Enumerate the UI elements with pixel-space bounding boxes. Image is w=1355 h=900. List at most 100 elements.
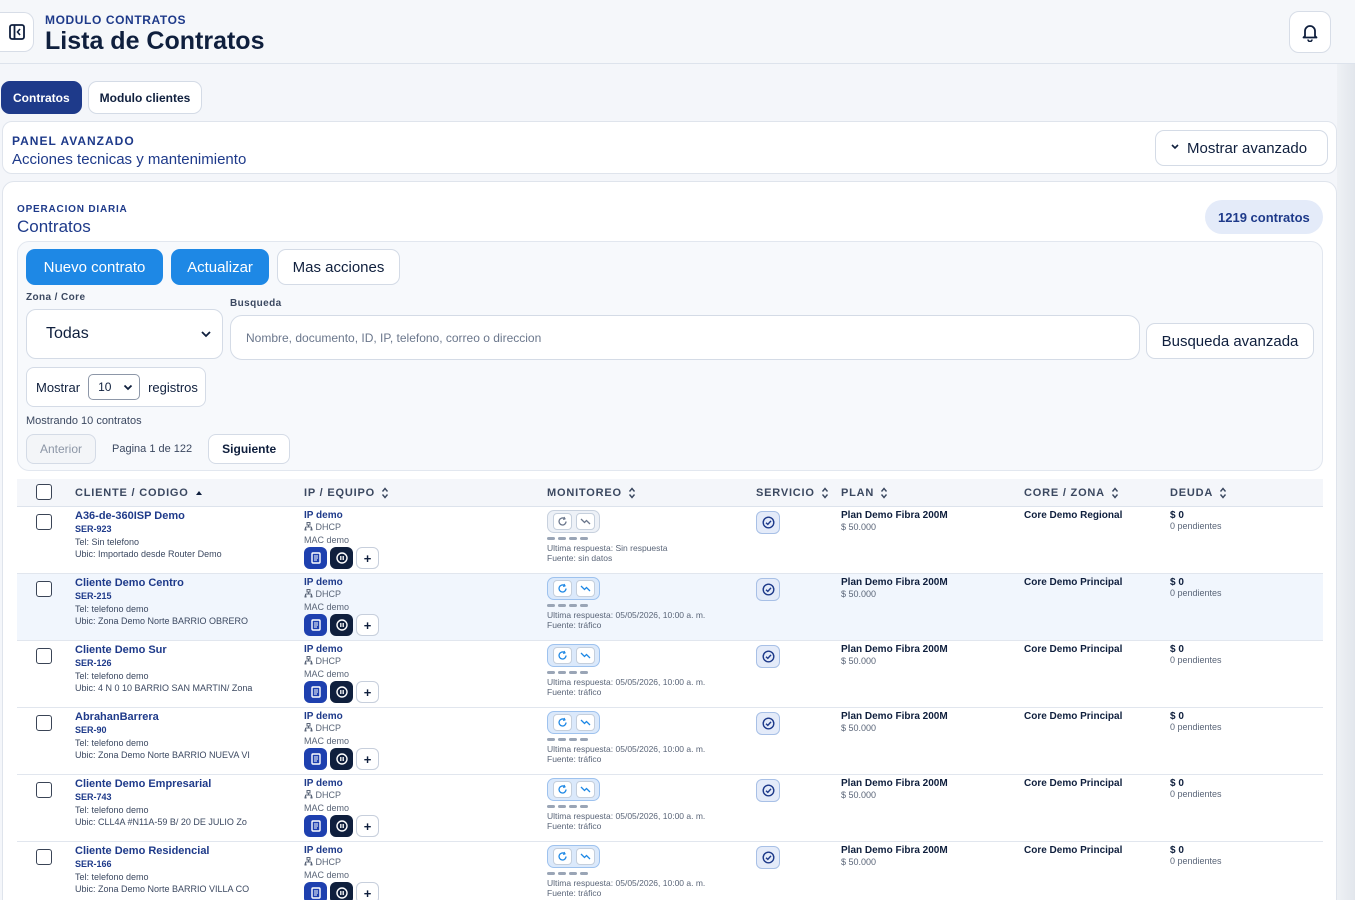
service-status-button[interactable] (756, 645, 780, 668)
ping-button[interactable] (552, 513, 572, 530)
document-icon (310, 619, 321, 631)
dhcp-label: DHCP (304, 522, 341, 532)
invoice-button[interactable] (304, 748, 327, 770)
column-header-core[interactable]: CORE / ZONA (1024, 487, 1119, 499)
traffic-button[interactable] (575, 513, 595, 530)
service-status-button[interactable] (756, 779, 780, 802)
column-header-service[interactable]: SERVICIO (756, 487, 829, 499)
pause-service-button[interactable] (330, 614, 353, 636)
page-size-select[interactable]: 10 (88, 374, 141, 400)
more-row-actions-button[interactable]: + (356, 882, 379, 900)
service-status-button[interactable] (756, 578, 780, 601)
traffic-button[interactable] (575, 848, 595, 865)
client-location: Ubic: Zona Demo Norte BARRIO NUEVA VI (75, 750, 250, 760)
column-header-ip[interactable]: IP / EQUIPO (304, 487, 389, 499)
signal-bars (547, 805, 588, 808)
client-phone: Tel: telefono demo (75, 604, 149, 614)
document-icon (310, 753, 321, 765)
row-checkbox[interactable] (36, 849, 52, 865)
row-checkbox[interactable] (36, 782, 52, 798)
row-checkbox[interactable] (36, 648, 52, 664)
next-page-button[interactable]: Siguiente (208, 434, 291, 464)
pause-service-button[interactable] (330, 748, 353, 770)
table-row[interactable]: AbrahanBarrera SER-90 Tel: telefono demo… (17, 708, 1323, 775)
more-row-actions-button[interactable]: + (356, 815, 379, 837)
pagination: Anterior Pagina 1 de 122 Siguiente (26, 434, 291, 464)
more-row-actions-button[interactable]: + (356, 748, 379, 770)
search-label: Busqueda (230, 298, 282, 309)
client-name[interactable]: Cliente Demo Residencial (75, 845, 210, 857)
table-row[interactable]: Cliente Demo Residencial SER-166 Tel: te… (17, 842, 1323, 900)
table-row[interactable]: A36-de-360ISP Demo SER-923 Tel: Sin tele… (17, 507, 1323, 574)
row-checkbox[interactable] (36, 514, 52, 530)
ping-button[interactable] (552, 848, 572, 865)
column-header-plan[interactable]: PLAN (841, 487, 888, 499)
column-header-debt[interactable]: DEUDA (1170, 487, 1227, 499)
table-row[interactable]: Cliente Demo Empresarial SER-743 Tel: te… (17, 775, 1323, 842)
plan-price: $ 50.000 (841, 589, 877, 599)
ping-button[interactable] (552, 647, 572, 664)
tab-modulo-clientes[interactable]: Modulo clientes (87, 81, 203, 114)
traffic-button[interactable] (575, 781, 595, 798)
monitor-controls (547, 778, 600, 801)
client-name[interactable]: Cliente Demo Empresarial (75, 778, 211, 790)
core-zone: Core Demo Principal (1024, 711, 1123, 722)
invoice-button[interactable] (304, 815, 327, 837)
ping-button[interactable] (552, 714, 572, 731)
client-phone: Tel: telefono demo (75, 872, 149, 882)
pause-service-button[interactable] (330, 815, 353, 837)
invoice-button[interactable] (304, 882, 327, 900)
pause-service-button[interactable] (330, 882, 353, 900)
dhcp-label: DHCP (304, 656, 341, 666)
advanced-panel-subtitle: Acciones tecnicas y mantenimiento (12, 151, 247, 168)
service-status-button[interactable] (756, 511, 780, 534)
row-checkbox[interactable] (36, 715, 52, 731)
more-row-actions-button[interactable]: + (356, 681, 379, 703)
pause-service-button[interactable] (330, 681, 353, 703)
refresh-button[interactable]: Actualizar (171, 249, 269, 285)
contracts-card: OPERACION DIARIA Contratos 1219 contrato… (2, 181, 1337, 900)
invoice-button[interactable] (304, 614, 327, 636)
pause-service-button[interactable] (330, 547, 353, 569)
more-actions-button[interactable]: Mas acciones (277, 249, 400, 285)
debt-amount: $ 0 (1170, 711, 1184, 722)
sidebar-toggle-button[interactable] (0, 12, 34, 52)
advanced-search-button[interactable]: Busqueda avanzada (1146, 323, 1314, 359)
client-name[interactable]: Cliente Demo Centro (75, 577, 184, 589)
monitor-source: Fuente: sin datos (547, 553, 613, 563)
table-row[interactable]: Cliente Demo Centro SER-215 Tel: telefon… (17, 574, 1323, 641)
show-advanced-button[interactable]: Mostrar avanzado (1155, 130, 1328, 166)
ping-button[interactable] (552, 781, 572, 798)
invoice-button[interactable] (304, 547, 327, 569)
traffic-button[interactable] (575, 647, 595, 664)
core-zone: Core Demo Principal (1024, 778, 1123, 789)
zone-select[interactable]: Todas (26, 309, 223, 359)
select-all-checkbox[interactable] (36, 484, 52, 500)
monitor-controls (547, 577, 600, 600)
network-icon (304, 723, 313, 732)
client-location: Ubic: Zona Demo Norte BARRIO OBRERO (75, 616, 249, 626)
new-contract-button[interactable]: Nuevo contrato (26, 249, 163, 285)
column-header-client[interactable]: CLIENTE / CODIGO (75, 487, 203, 499)
traffic-button[interactable] (575, 580, 595, 597)
more-row-actions-button[interactable]: + (356, 614, 379, 636)
notifications-button[interactable] (1289, 11, 1331, 53)
last-response: Ultima respuesta: Sin respuesta (547, 543, 668, 553)
column-header-debt-label: DEUDA (1170, 487, 1214, 499)
prev-page-button[interactable]: Anterior (26, 434, 97, 464)
client-name[interactable]: AbrahanBarrera (75, 711, 159, 723)
client-name[interactable]: A36-de-360ISP Demo (75, 510, 185, 522)
more-row-actions-button[interactable]: + (356, 547, 379, 569)
ping-button[interactable] (552, 580, 572, 597)
tab-contratos[interactable]: Contratos (1, 81, 82, 114)
service-status-button[interactable] (756, 712, 780, 735)
search-input[interactable]: Nombre, documento, ID, IP, telefono, cor… (230, 315, 1140, 360)
network-icon (304, 656, 313, 665)
invoice-button[interactable] (304, 681, 327, 703)
column-header-monitor[interactable]: MONITOREO (547, 487, 636, 499)
client-name[interactable]: Cliente Demo Sur (75, 644, 167, 656)
table-row[interactable]: Cliente Demo Sur SER-126 Tel: telefono d… (17, 641, 1323, 708)
traffic-button[interactable] (575, 714, 595, 731)
row-checkbox[interactable] (36, 581, 52, 597)
service-status-button[interactable] (756, 846, 780, 869)
